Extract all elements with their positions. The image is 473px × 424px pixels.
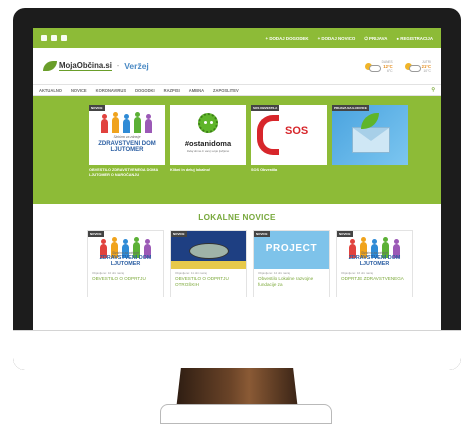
leaf-logo-icon[interactable]: [43, 61, 57, 71]
fish-crest-icon: [189, 243, 229, 259]
category-badge: NOVICE: [171, 231, 187, 237]
town-name: Veržej: [124, 61, 149, 71]
monitor-chin: [13, 330, 461, 370]
search-icon[interactable]: ⚲: [431, 87, 435, 93]
top-bar: + DODAJ DOGODEK + DODAJ NOVICO ⏻ PRIJAVA…: [33, 28, 441, 48]
weather-low: 6°C: [386, 68, 393, 73]
news-date: Objavljeno: 10 dni nazaj: [92, 271, 125, 275]
featured-image: NOVICE Skrbimo za zdravje ZDRAVSTVENI DO…: [89, 105, 165, 165]
category-badge: PRIJAVA NA E-NOVICE: [332, 105, 369, 111]
news-image: NOVICE: [171, 231, 246, 269]
featured-card[interactable]: SOS OBVESTILA SOS SOS Obvestila: [251, 105, 327, 204]
news-title[interactable]: OBVESTILO O ODPRTJU OTROŠKIH: [175, 276, 242, 287]
featured-card[interactable]: PRIJAVA NA E-NOVICE: [332, 105, 408, 204]
monitor-base: [160, 404, 332, 424]
nav-item-zaposlitev[interactable]: ZAPOSLITEV: [213, 88, 239, 93]
weather-low: 10°C: [423, 68, 431, 73]
image-title: ZDRAVSTVENI DOM LJUTOMER: [348, 255, 401, 267]
image-title: ZDRAVSTVENI DOM LJUTOMER: [99, 255, 152, 267]
add-event-link[interactable]: + DODAJ DOGODEK: [266, 36, 309, 41]
featured-image: PRIJAVA NA E-NOVICE: [332, 105, 408, 165]
sos-label: SOS: [285, 125, 309, 137]
site-header: MojaObčina.si - Veržej DANES 12°C 6°C JU…: [33, 48, 441, 84]
news-image: NOVICE PROJECT: [254, 231, 329, 269]
login-link[interactable]: ⏻ PRIJAVA: [364, 36, 387, 41]
envelope-icon: [352, 127, 390, 153]
weather-widget: DANES 12°C 6°C JUTRI 21°C 10°C: [364, 60, 431, 73]
featured-card[interactable]: #ostanidoma Delaj doma in varuj svoje lj…: [170, 105, 246, 204]
top-links: + DODAJ DOGODEK + DODAJ NOVICO ⏻ PRIJAVA…: [266, 36, 433, 41]
rss-icon[interactable]: [51, 35, 57, 41]
browser-viewport: + DODAJ DOGODEK + DODAJ NOVICO ⏻ PRIJAVA…: [33, 28, 441, 330]
news-image: NOVICE Skrbimo za zdravje ZDRAVSTVENI DO…: [337, 231, 412, 269]
section-title: LOKALNE NOVICE: [198, 213, 276, 222]
image-title: ZDRAVSTVENI DOM LJUTOMER: [98, 141, 156, 154]
register-link[interactable]: ● REGISTRACIJA: [396, 36, 433, 41]
news-date: Objavljeno: 16 dni nazaj: [341, 271, 374, 275]
image-subtitle: Delaj doma in varuj svoje ljubljene: [186, 149, 230, 153]
news-card[interactable]: NOVICE Skrbimo za zdravje ZDRAVSTVENI DO…: [336, 230, 413, 297]
site-logo[interactable]: MojaObčina.si: [59, 61, 112, 71]
news-card[interactable]: NOVICE Skrbimo za zdravje ZDRAVSTVENI DO…: [87, 230, 164, 297]
partly-cloudy-icon: [364, 61, 381, 72]
main-nav: AKTUALNO NOVICE KORONAVIRUS DOGODKI RAZP…: [33, 84, 441, 96]
news-title[interactable]: OBVESTILO O ODPRTJU: [92, 276, 159, 282]
family-logo-icon: [99, 112, 155, 133]
news-grid: NOVICE Skrbimo za zdravje ZDRAVSTVENI DO…: [33, 222, 441, 297]
news-title[interactable]: ODPRTJE ZDRAVSTVENEGA: [341, 276, 408, 282]
virus-icon: [198, 113, 218, 133]
image-hashtag: #ostanidoma: [184, 139, 232, 148]
nav-item-aktualno[interactable]: AKTUALNO: [39, 88, 62, 93]
phone-icon: [257, 115, 279, 155]
partly-cloudy-icon: [404, 61, 421, 72]
category-badge: NOVICE: [88, 231, 104, 237]
news-card[interactable]: NOVICE Objavljeno: 11 dni nazaj OBVESTIL…: [170, 230, 247, 297]
category-badge: NOVICE: [337, 231, 353, 237]
add-news-link[interactable]: + DODAJ NOVICO: [318, 36, 356, 41]
category-badge: NOVICE: [89, 105, 105, 111]
image-script: Skrbimo za zdravje: [113, 135, 141, 139]
facebook-icon[interactable]: [41, 35, 47, 41]
nav-item-ambna[interactable]: AMBNA: [189, 88, 204, 93]
weather-today: DANES 12°C 6°C: [364, 60, 393, 73]
featured-card[interactable]: NOVICE Skrbimo za zdravje ZDRAVSTVENI DO…: [89, 105, 165, 204]
news-date: Objavljeno: 11 dni nazaj: [175, 271, 207, 275]
news-image: NOVICE Skrbimo za zdravje ZDRAVSTVENI DO…: [88, 231, 163, 269]
featured-title[interactable]: SOS Obvestila: [251, 168, 327, 173]
image-title: PROJECT: [265, 243, 318, 254]
social-links: [41, 35, 67, 41]
category-badge: NOVICE: [254, 231, 270, 237]
featured-title[interactable]: OBVESTILO ZDRAVSTVENEGA DOMA LJUTOMER O …: [89, 168, 165, 178]
news-card[interactable]: NOVICE PROJECT Objavljeno: 12 dni nazaj …: [253, 230, 330, 297]
weather-tomorrow: JUTRI 21°C 10°C: [404, 60, 431, 73]
nav-item-dogodki[interactable]: DOGODKI: [135, 88, 155, 93]
news-date: Objavljeno: 12 dni nazaj: [258, 271, 291, 275]
nav-item-novice[interactable]: NOVICE: [71, 88, 87, 93]
logo-separator: -: [116, 62, 120, 70]
nav-item-koronavirus[interactable]: KORONAVIRUS: [96, 88, 126, 93]
featured-image: SOS OBVESTILA SOS: [251, 105, 327, 165]
news-title[interactable]: Obvestilo Lokalne razvojne fundacije za: [258, 276, 325, 287]
snapchat-icon[interactable]: [61, 35, 67, 41]
nav-item-razpisi[interactable]: RAZPISI: [164, 88, 180, 93]
category-badge: SOS OBVESTILA: [251, 105, 280, 111]
monitor-frame: + DODAJ DOGODEK + DODAJ NOVICO ⏻ PRIJAVA…: [13, 8, 461, 370]
featured-strip: NOVICE Skrbimo za zdravje ZDRAVSTVENI DO…: [33, 96, 441, 204]
featured-image: #ostanidoma Delaj doma in varuj svoje lj…: [170, 105, 246, 165]
featured-title[interactable]: Klikni in deluj lokalno!: [170, 168, 246, 173]
